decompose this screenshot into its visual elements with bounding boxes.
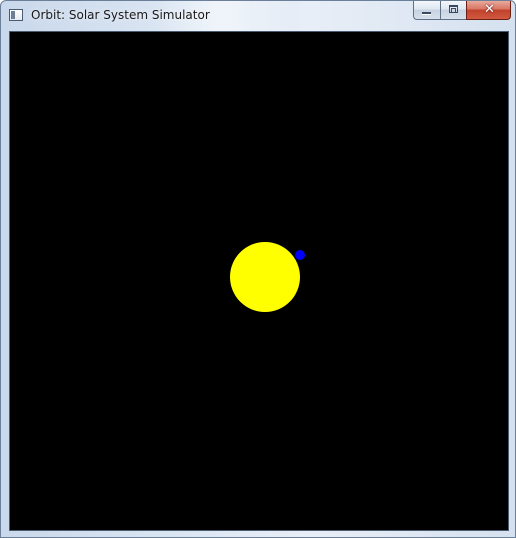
simulation-canvas[interactable] [9, 31, 509, 531]
close-icon: ✕ [484, 2, 495, 17]
sun [230, 242, 300, 312]
minimize-icon [422, 12, 431, 14]
minimize-button[interactable] [413, 1, 440, 20]
maximize-icon [449, 5, 458, 13]
app-window-icon[interactable] [9, 9, 23, 21]
close-button[interactable]: ✕ [466, 1, 511, 20]
maximize-button[interactable] [440, 1, 466, 20]
planet [295, 250, 305, 260]
window-title: Orbit: Solar System Simulator [31, 8, 210, 22]
caption-buttons: ✕ [413, 1, 511, 21]
app-window: Orbit: Solar System Simulator ✕ [0, 0, 516, 538]
simulation-view [230, 242, 305, 312]
title-bar[interactable]: Orbit: Solar System Simulator ✕ [1, 1, 515, 31]
